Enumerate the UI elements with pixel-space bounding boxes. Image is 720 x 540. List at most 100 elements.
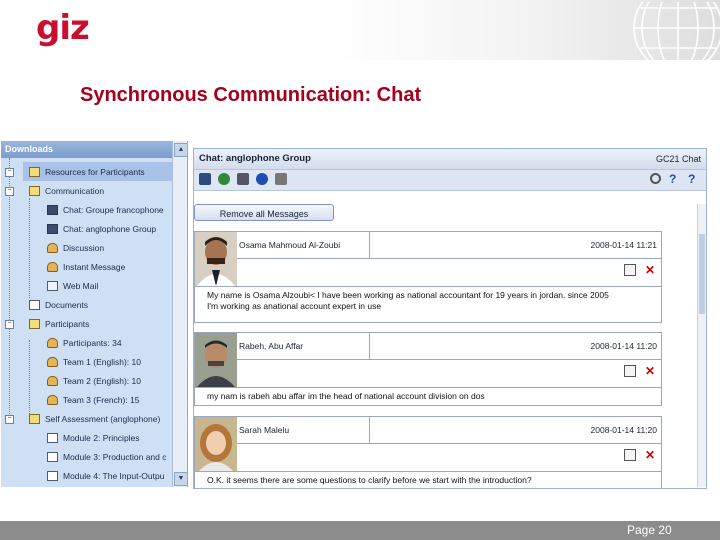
edit-icon[interactable] [623, 365, 636, 377]
sidebar-item-label: Module 4: The Input-Outpu [63, 470, 165, 481]
sidebar-item-communication[interactable]: Communication [29, 181, 104, 200]
chat-message: Osama Mahmoud Al-Zoubi 2008-01-14 11:21 … [194, 231, 662, 323]
sidebar-item-team-2[interactable]: Team 2 (English): 10 [47, 371, 141, 390]
scrollbar-thumb[interactable] [699, 234, 705, 314]
user-icon [47, 375, 58, 386]
chat-icon [47, 223, 58, 234]
message-actions: ✕ [623, 264, 655, 276]
sidebar-item-label: Team 3 (French): 15 [63, 394, 140, 405]
slide-header: giz [0, 0, 720, 60]
chat-title: Chat: anglophone Group [199, 153, 311, 164]
avatar [195, 333, 237, 387]
expand-toggle[interactable]: − [5, 415, 14, 424]
sidebar-item-label: Module 2: Principles [63, 432, 140, 443]
remove-all-messages-button[interactable]: Remove all Messages [194, 204, 334, 221]
sidebar-item-label: Team 1 (English): 10 [63, 356, 141, 367]
sidebar-item-label: Team 2 (English): 10 [63, 375, 141, 386]
chat-scrollbar[interactable] [697, 204, 706, 487]
printer-icon[interactable] [275, 173, 287, 185]
chat-brand: GC21 Chat [655, 154, 701, 164]
sidebar-item-label: Chat: Groupe francophone [63, 204, 164, 215]
message-timestamp: 2008-01-14 11:20 [590, 425, 657, 435]
delete-icon[interactable]: ✕ [645, 449, 655, 461]
message-timestamp: 2008-01-14 11:20 [590, 341, 657, 351]
sidebar-item-chat-francophone[interactable]: Chat: Groupe francophone [47, 200, 164, 219]
message-actions: ✕ [623, 449, 655, 461]
sender-name: Sarah Malelu [239, 417, 370, 443]
downloads-sidebar: Downloads − Resources for Participants −… [1, 141, 188, 487]
sidebar-item-label: Instant Message [63, 261, 126, 272]
sidebar-item-web-mail[interactable]: Web Mail [47, 276, 98, 295]
refresh-icon[interactable] [218, 173, 230, 185]
globe-icon [633, 2, 720, 60]
document-icon [47, 470, 58, 481]
sidebar-item-chat-anglophone[interactable]: Chat: anglophone Group [47, 219, 156, 238]
sidebar-scrollbar[interactable]: ▲ ▼ [172, 141, 187, 487]
help-icon[interactable]: ? [669, 173, 681, 185]
scroll-down-icon[interactable]: ▼ [174, 472, 187, 486]
expand-toggle[interactable]: − [5, 320, 14, 329]
folder-icon [29, 185, 40, 196]
scroll-up-icon[interactable]: ▲ [174, 143, 187, 157]
avatar [195, 417, 237, 471]
page-number: Page 20 [627, 523, 672, 537]
sidebar-item-module-3[interactable]: Module 3: Production and c [47, 447, 166, 466]
sidebar-item-module-4[interactable]: Module 4: The Input-Outpu [47, 466, 164, 485]
sidebar-item-team-3[interactable]: Team 3 (French): 15 [47, 390, 140, 409]
sidebar-item-participants-count[interactable]: Participants: 34 [47, 333, 122, 352]
message-actions: ✕ [623, 365, 655, 377]
sidebar-item-resources[interactable]: Resources for Participants [23, 162, 177, 181]
mail-icon [47, 280, 58, 291]
sidebar-item-label: Documents [45, 299, 88, 310]
message-text: O.K. it seems there are some questions t… [207, 475, 532, 485]
edit-icon[interactable] [623, 264, 636, 276]
sidebar-header: Downloads [1, 141, 187, 158]
sender-name: Rabeh, Abu Affar [239, 333, 370, 359]
sidebar-item-module-2[interactable]: Module 2: Principles [47, 428, 140, 447]
message-text: My name is Osama Alzoubi< I have been wo… [207, 290, 609, 300]
chat-message: Rabeh, Abu Affar 2008-01-14 11:20 ✕ my n… [194, 332, 662, 406]
sidebar-item-label: Participants [45, 318, 90, 329]
sidebar-item-documents[interactable]: Documents [29, 295, 88, 314]
sidebar-item-label: Communication [45, 185, 105, 196]
save-icon[interactable] [199, 173, 211, 185]
chat-panel: Chat: anglophone Group GC21 Chat ? ? Rem… [193, 148, 707, 489]
sidebar-item-label: Participants: 34 [63, 337, 122, 348]
expand-toggle[interactable]: − [5, 168, 14, 177]
folder-icon [29, 413, 40, 424]
info-icon[interactable] [256, 173, 268, 185]
expand-toggle[interactable]: − [5, 187, 14, 196]
print-icon[interactable] [237, 173, 249, 185]
instant-message-icon [47, 261, 58, 272]
sidebar-item-label: Resources for Participants [45, 166, 145, 177]
user-icon [47, 337, 58, 348]
slide-footer [0, 521, 720, 540]
sidebar-item-self-assessment[interactable]: Self Assessment (anglophone) [29, 409, 160, 428]
sidebar-item-discussion[interactable]: Discussion [47, 238, 104, 257]
delete-icon[interactable]: ✕ [645, 365, 655, 377]
user-icon [47, 356, 58, 367]
sidebar-item-participants[interactable]: Participants [29, 314, 89, 333]
giz-logo: giz [36, 8, 90, 48]
search-icon[interactable] [650, 173, 661, 184]
document-icon [47, 432, 58, 443]
chat-title-bar: Chat: anglophone Group GC21 Chat [194, 149, 706, 169]
message-timestamp: 2008-01-14 11:21 [590, 240, 657, 250]
chat-toolbar: ? ? [194, 169, 706, 191]
sidebar-item-instant-message[interactable]: Instant Message [47, 257, 125, 276]
discussion-icon [47, 242, 58, 253]
sidebar-item-label: Discussion [63, 242, 105, 253]
sidebar-item-label: Web Mail [63, 280, 99, 291]
sidebar-item-team-1[interactable]: Team 1 (English): 10 [47, 352, 141, 371]
document-icon [29, 299, 40, 310]
folder-icon [29, 318, 40, 329]
avatar [195, 232, 237, 286]
edit-icon[interactable] [623, 449, 636, 461]
user-icon [47, 394, 58, 405]
slide-title: Synchronous Communication: Chat [80, 84, 422, 106]
delete-icon[interactable]: ✕ [645, 264, 655, 276]
sidebar-item-label: Self Assessment (anglophone) [45, 413, 161, 424]
sidebar-item-label: Module 3: Production and c [63, 451, 167, 462]
context-help-icon[interactable]: ? [688, 173, 700, 185]
sender-name: Osama Mahmoud Al-Zoubi [239, 232, 370, 258]
